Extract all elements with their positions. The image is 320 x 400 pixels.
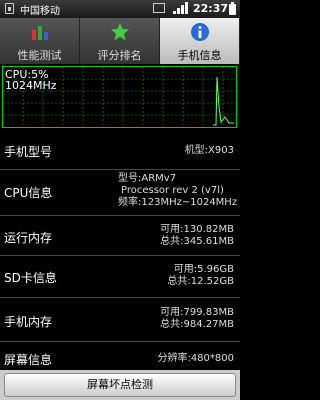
row-value-line: Processor rev 2 (v7l): [121, 185, 224, 196]
tab-label: 性能测试: [17, 49, 62, 62]
tab-bar: 性能测试 评分排名 手机信息: [0, 18, 240, 64]
row-value-line: 总共:345.61MB: [160, 236, 234, 247]
bar-chart-icon: [31, 26, 48, 40]
tab-label: 手机信息: [177, 49, 222, 62]
info-row-screen: 屏幕信息 分辨率:480*800: [0, 342, 240, 370]
info-icon: [190, 23, 209, 41]
row-label: 手机内存: [4, 315, 53, 329]
row-value-line: 总共:12.52GB: [167, 276, 234, 287]
row-value: 分辨率:480*800: [157, 353, 234, 364]
signal-icon: [173, 2, 189, 14]
tab-label: 评分排名: [97, 49, 142, 62]
row-label: 屏幕信息: [4, 353, 53, 367]
sim-card-icon: [5, 3, 14, 14]
tab-ranking[interactable]: 评分排名: [80, 18, 160, 64]
row-label: 运行内存: [4, 231, 53, 245]
tab-performance-test[interactable]: 性能测试: [0, 18, 80, 64]
dead-pixel-test-button[interactable]: 屏幕坏点检测: [4, 373, 236, 397]
info-row-model: 手机型号 机型:X903: [0, 130, 240, 170]
row-value-line: 可用:130.82MB: [160, 224, 234, 235]
row-value: 机型:X903: [184, 145, 234, 156]
row-value-line: 可用:799.83MB: [160, 307, 234, 318]
row-value-line: 型号:ARMv7: [118, 173, 177, 184]
row-label: CPU信息: [4, 186, 53, 200]
clock: 22:37: [193, 2, 229, 15]
tab-phone-info[interactable]: 手机信息: [160, 18, 240, 64]
row-value-line: 可用:5.96GB: [173, 264, 234, 275]
info-row-cpu: CPU信息 型号:ARMv7 Processor rev 2 (v7l) 频率:…: [0, 170, 240, 216]
cpu-frequency-readout: 1024MHz: [5, 79, 57, 92]
cpu-usage-graph: CPU:5% 1024MHz: [2, 66, 237, 128]
battery-icon: [229, 2, 236, 15]
row-value-line: 总共:984.27MB: [160, 319, 234, 330]
info-row-sd: SD卡信息 可用:5.96GB 总共:12.52GB: [0, 256, 240, 298]
notification-icon: [153, 3, 165, 13]
info-row-ram: 运行内存 可用:130.82MB 总共:345.61MB: [0, 216, 240, 256]
cpu-usage-line: [213, 76, 234, 126]
row-value-line: 频率:123MHz~1024MHz: [118, 197, 238, 208]
status-bar: 中国移动 22:37: [0, 0, 240, 18]
carrier-label: 中国移动: [20, 6, 60, 17]
bottom-bar: 屏幕坏点检测: [0, 370, 240, 400]
info-row-rom: 手机内存 可用:799.83MB 总共:984.27MB: [0, 298, 240, 342]
star-icon: [110, 23, 129, 41]
row-label: SD卡信息: [4, 271, 57, 285]
row-label: 手机型号: [4, 145, 53, 159]
